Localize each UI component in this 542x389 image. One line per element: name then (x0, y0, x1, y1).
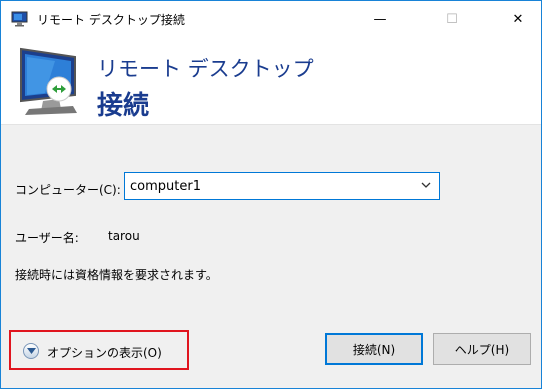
close-button[interactable]: ✕ (495, 1, 541, 37)
window-title: リモート デスクトップ接続 (37, 13, 185, 27)
banner-heading: 接続 (97, 91, 150, 121)
rdp-window: リモート デスクトップ接続 — ☐ ✕ リモート デスクトップ 接続 コンピュー… (0, 0, 542, 389)
user-value: tarou (108, 229, 140, 243)
show-options-button[interactable]: オプションの表示(O) (9, 330, 189, 370)
title-bar[interactable]: リモート デスクトップ接続 — ☐ ✕ (1, 1, 541, 37)
expand-circle-icon[interactable] (23, 343, 39, 359)
remote-desktop-app-icon (11, 11, 28, 27)
credential-notice: 接続時には資格情報を要求されます。 (15, 268, 218, 282)
remote-desktop-monitor-icon (20, 47, 77, 115)
computer-input[interactable]: computer1 (130, 179, 201, 194)
help-button[interactable]: ヘルプ(H) (433, 333, 531, 365)
minimize-button[interactable]: — (357, 1, 403, 37)
computer-label: コンピューター(C): (15, 183, 121, 197)
maximize-button[interactable]: ☐ (429, 1, 475, 37)
show-options-label: オプションの表示(O) (47, 346, 162, 360)
user-label: ユーザー名: (15, 231, 79, 245)
header-banner: リモート デスクトップ 接続 (1, 37, 541, 125)
chevron-down-icon[interactable] (419, 178, 433, 192)
connect-button[interactable]: 接続(N) (325, 333, 423, 365)
banner-subtitle: リモート デスクトップ (97, 57, 314, 81)
computer-combobox[interactable]: computer1 (124, 172, 440, 200)
